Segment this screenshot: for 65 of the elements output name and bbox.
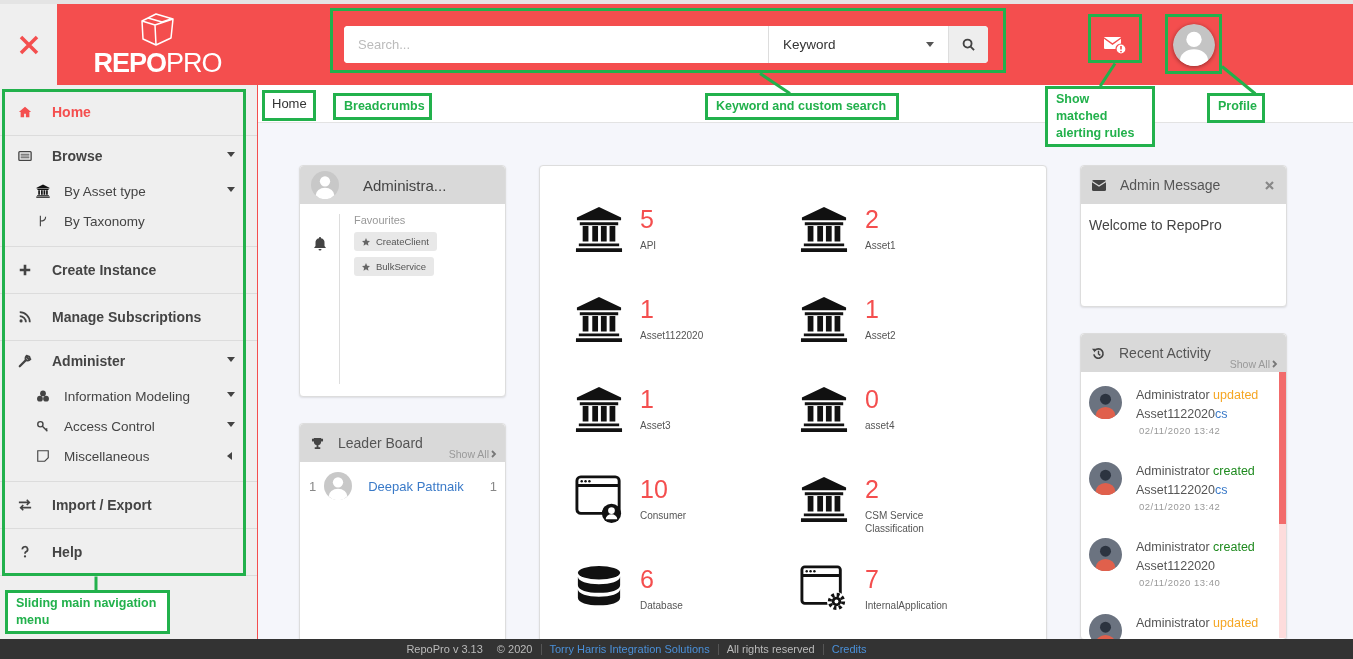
nav-subitem[interactable]: By Asset type [0,176,257,206]
activity-text: Administrator created Asset1122020 [1136,539,1255,576]
asset-count[interactable]: 2 [865,204,896,234]
nav-subitem[interactable]: Information Modeling [0,381,257,411]
asset-type-label: InternalApplication [865,598,948,612]
asset-count[interactable]: 6 [640,564,683,594]
activity-time: 02/11/2020 13:42 [1138,500,1222,512]
asset-type-label: Consumer [640,508,687,522]
nav-item[interactable]: Help [0,529,257,575]
asset-link[interactable]: cs [1215,407,1228,422]
card-title: Leader Board [338,435,423,451]
callout-label: Show matched alerting rules [1045,86,1155,147]
activity-time: 02/11/2020 13:40 [1138,576,1222,588]
asset-count[interactable]: 5 [640,204,657,234]
rank-number: 1 [309,478,317,494]
asset-count[interactable]: 1 [640,384,671,414]
callout-label: Profile [1207,93,1265,123]
card-title: Admin Message [1120,177,1221,193]
user-link[interactable]: Deepak Pattnaik [368,478,482,494]
nav-item[interactable]: Home [0,89,257,135]
message-text: Welcome to RepoPro [1088,216,1223,235]
nav-item[interactable]: Import / Export [0,482,257,528]
search-bar[interactable]: Search... Keyword [344,26,988,63]
asset-count[interactable]: 7 [865,564,948,594]
rights-text: All rights reserved [726,643,815,655]
logo-text: REPOPRO [93,50,222,77]
nav-item[interactable]: Create Instance [0,247,257,293]
favourite-chip[interactable]: BulkService [354,257,435,276]
version-text: RepoPro v 3.13 [406,643,483,655]
asset-type-label: Database [640,598,683,612]
activity-text: Administrator updated Asset1122020cs [1136,387,1259,424]
asset-type-label: Asset1122020 [640,328,704,342]
user-name: Administra... [363,176,447,194]
asset-type-label: Asset3 [640,418,671,432]
asset-type-label: CSM Service Classification [865,508,925,536]
favourite-chip[interactable]: CreateClient [354,232,437,251]
favourites-title: Favourites [354,214,406,226]
company-link[interactable]: Torry Harris Integration Solutions [549,643,710,655]
asset-count[interactable]: 10 [640,474,687,504]
asset-type-label: Asset1 [865,238,896,252]
nav-item[interactable]: Browse [0,136,257,176]
asset-count[interactable]: 1 [865,294,896,324]
asset-link[interactable]: cs [1215,483,1228,498]
callout-label: Keyword and custom search [705,93,899,120]
asset-count[interactable]: 1 [640,294,704,324]
callout-label: Breadcrumbs [333,93,432,120]
callout-label: Sliding main navigation menu [5,590,170,634]
nav-subitem[interactable]: Access Control [0,411,257,441]
nav-subitem[interactable]: By Taxonomy [0,206,257,236]
credits-link[interactable]: Credits [831,643,867,655]
nav-subitem[interactable]: Miscellaneous [0,441,257,471]
asset-count[interactable]: 2 [865,474,975,504]
breadcrumb-link[interactable]: Home [272,96,307,111]
nav-item[interactable]: Manage Subscriptions [0,294,257,340]
asset-type-label: Asset2 [865,328,896,342]
asset-count[interactable]: 0 [865,384,895,414]
activity-text: Administrator updated [1136,615,1259,632]
copyright-text: © 2020 [496,643,533,655]
asset-type-label: API [640,238,657,252]
score-value: 1 [489,478,497,494]
asset-type-label: asset4 [865,418,895,432]
nav-item[interactable]: Administer [0,341,257,381]
card-title: Recent Activity [1119,345,1211,361]
activity-time: 02/11/2020 13:42 [1138,424,1222,436]
activity-text: Administrator created Asset1122020cs [1136,463,1255,500]
